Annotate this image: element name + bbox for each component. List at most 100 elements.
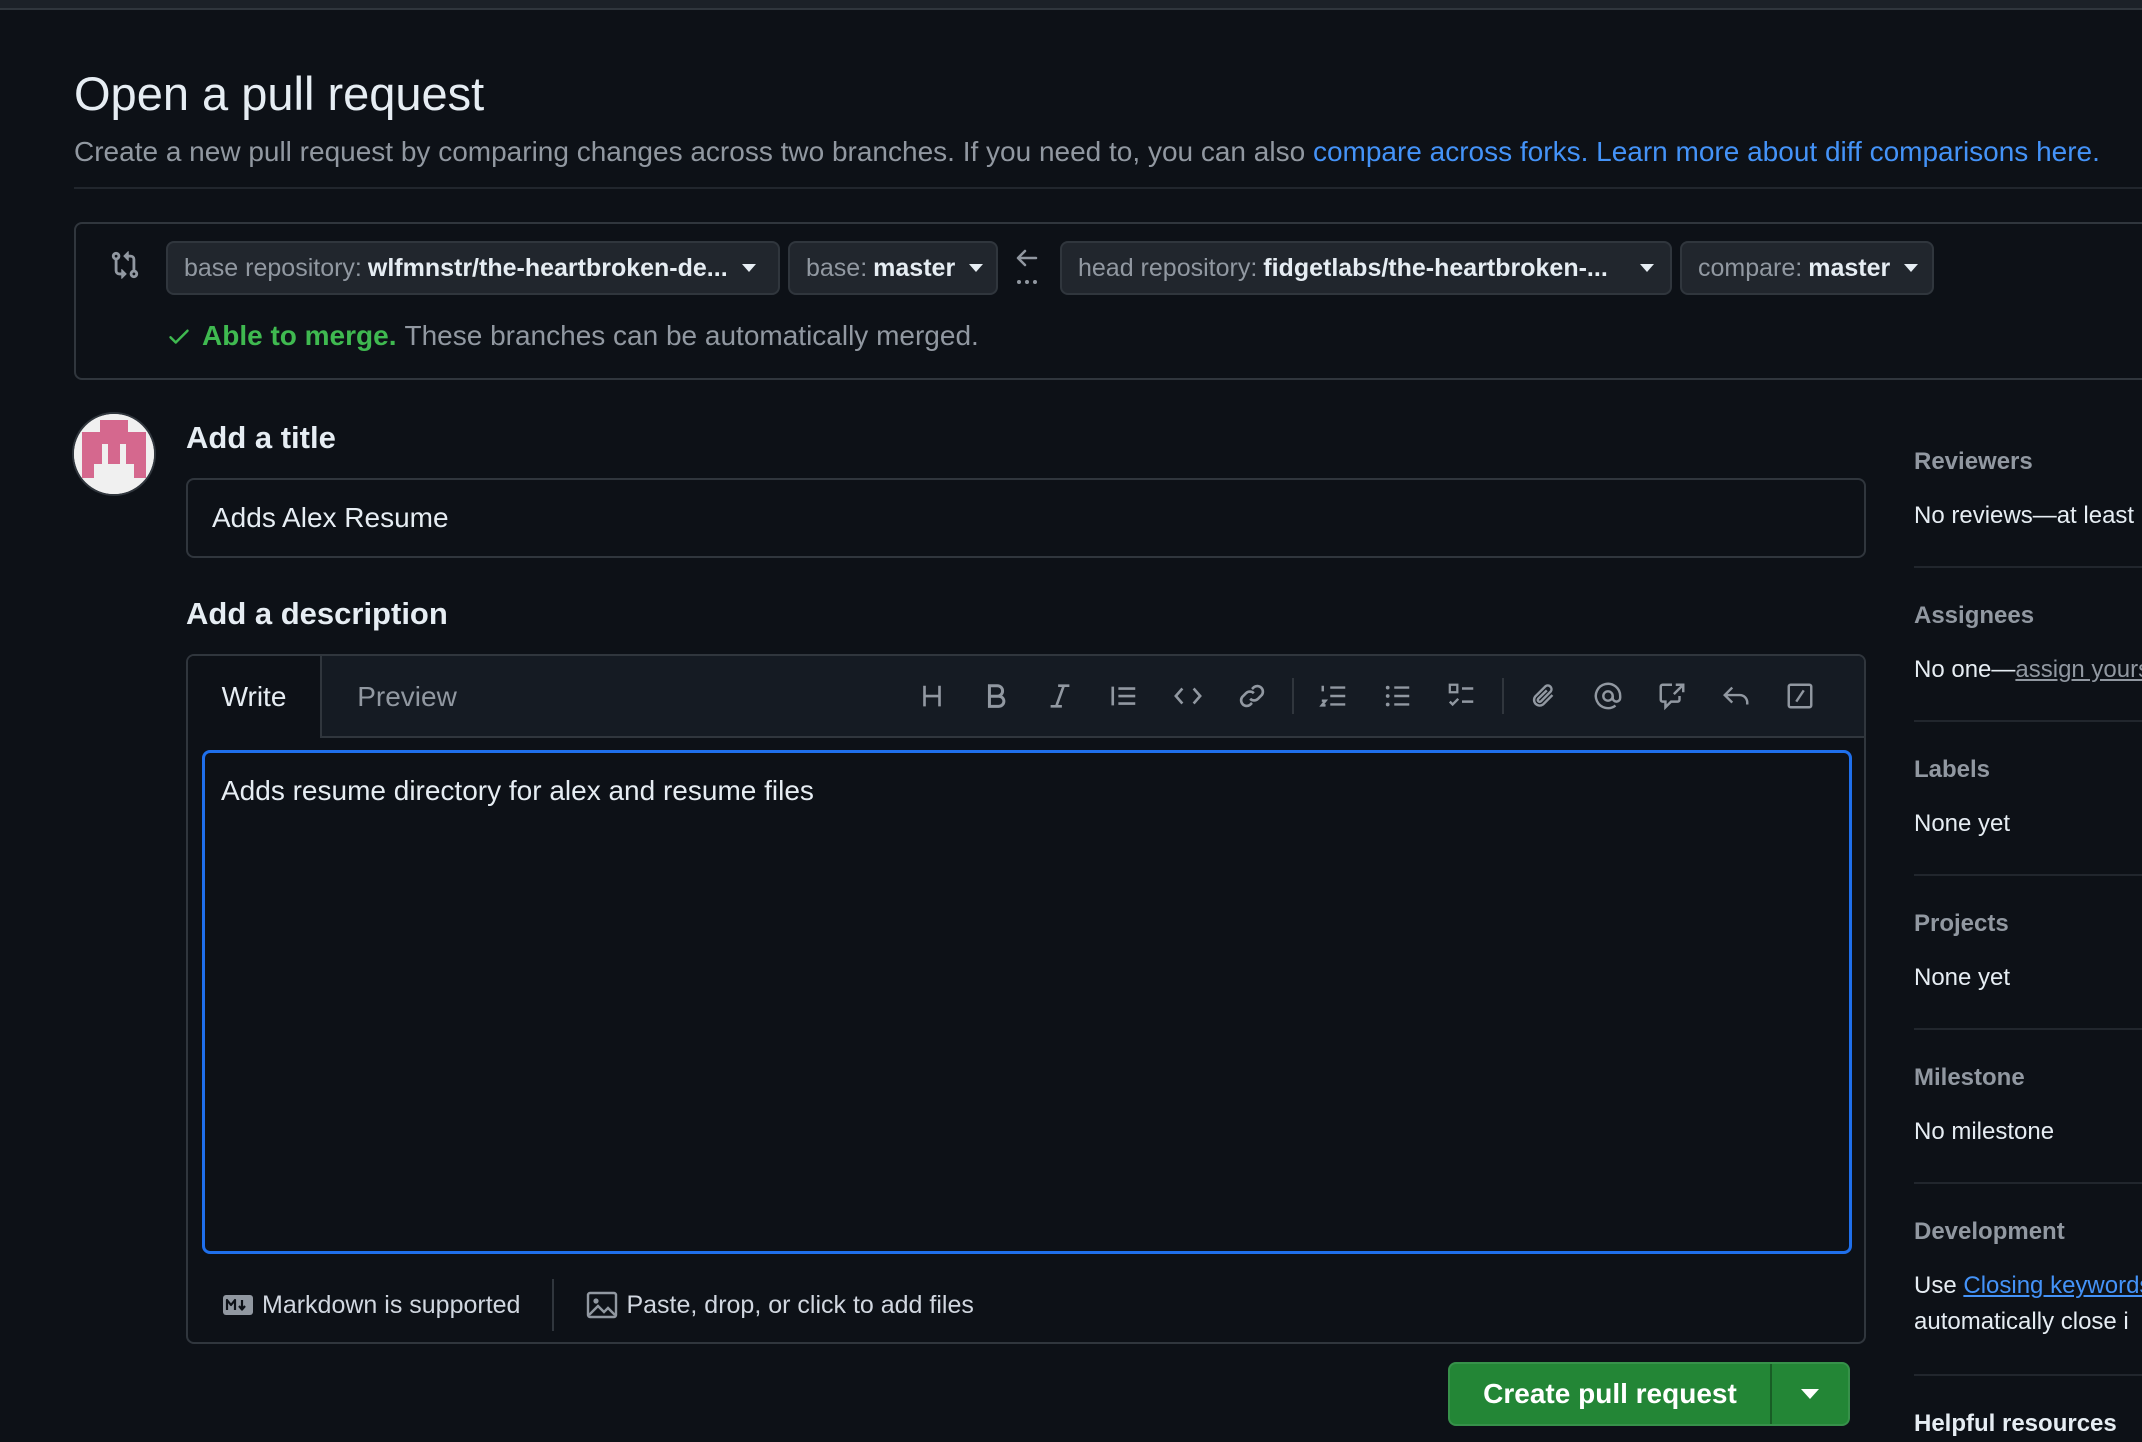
top-bar (0, 0, 2142, 10)
assignees-heading: Assignees (1914, 602, 2035, 629)
sidebar-divider (1914, 566, 2142, 568)
base-branch-value: master (873, 253, 956, 282)
unordered-list-button[interactable] (1366, 674, 1430, 718)
markdown-note: Markdown is supported (262, 1290, 521, 1319)
reference-button[interactable] (1640, 674, 1704, 718)
bold-button[interactable] (964, 674, 1028, 718)
task-list-button[interactable] (1430, 674, 1494, 718)
create-pull-request-button-group: Create pull request (1448, 1362, 1850, 1426)
identicon-icon (74, 414, 154, 494)
title-input[interactable] (186, 478, 1866, 558)
sidebar-labels[interactable]: Labels None yet (1914, 756, 2142, 842)
footer-divider (552, 1279, 555, 1331)
toolbar-divider (1292, 678, 1294, 714)
divider (74, 187, 2142, 189)
tab-write[interactable]: Write (188, 656, 322, 738)
heading-button[interactable] (900, 674, 964, 718)
attach-button[interactable] (1512, 674, 1576, 718)
ordered-list-icon (1319, 685, 1346, 707)
create-options-dropdown[interactable] (1772, 1364, 1848, 1424)
quote-button[interactable] (1092, 674, 1156, 718)
base-repo-value: wlfmnstr/the-heartbroken-de... (367, 253, 728, 282)
head-repository-select[interactable]: head repository: fidgetlabs/the-heartbrok… (1060, 241, 1672, 295)
base-branch-label: base: (806, 253, 868, 282)
add-files-button[interactable]: Paste, drop, or click to add files (586, 1291, 974, 1320)
branch-compare-box: base repository: wlfmnstr/the-heartbroken… (74, 222, 2142, 380)
development-line2: automatically close i (1914, 1308, 2129, 1335)
sidebar-divider (1914, 1182, 2142, 1184)
sidebar-milestone[interactable]: Milestone No milestone (1914, 1064, 2142, 1150)
development-prefix: Use (1914, 1272, 1964, 1299)
assignees-prefix: No one— (1914, 656, 2016, 683)
reviewers-value: No reviews—at least (1914, 502, 2135, 529)
description-textarea[interactable]: Adds resume directory for alex and resum… (202, 750, 1852, 1254)
bold-icon (987, 684, 1006, 708)
markdown-icon (223, 1295, 253, 1315)
milestone-heading: Milestone (1914, 1064, 2025, 1091)
title-heading: Add a title (186, 420, 336, 455)
arrow-left-icon (1016, 249, 1038, 284)
compare-forks-link[interactable]: compare across forks. (1313, 136, 1588, 167)
compare-branch-label: compare: (1698, 253, 1803, 282)
sidebar-assignees[interactable]: Assignees No one—assign yours (1914, 602, 2142, 688)
projects-heading: Projects (1914, 910, 2009, 937)
compare-branch-select[interactable]: compare: master (1680, 241, 1934, 295)
saved-reply-button[interactable] (1704, 674, 1768, 718)
sidebar-development: Development Use Closing keywords automati… (1914, 1218, 2142, 1340)
sidebar-reviewers[interactable]: Reviewers No reviews—at least (1914, 448, 2142, 534)
base-branch-select[interactable]: base: master (788, 241, 998, 295)
compare-branch-value: master (1808, 253, 1891, 282)
chevron-down-icon (1640, 264, 1654, 272)
development-value: Use Closing keywords automatically close … (1914, 1268, 2142, 1340)
quote-icon (1111, 686, 1136, 706)
page-title: Open a pull request (74, 67, 485, 120)
description-heading: Add a description (186, 596, 448, 631)
sidebar-divider (1914, 1374, 2142, 1376)
learn-more-link[interactable]: Learn more about diff comparisons here. (1596, 136, 2100, 167)
development-heading: Development (1914, 1218, 2065, 1245)
mention-icon (1594, 682, 1622, 710)
toolbar-divider (1502, 678, 1504, 714)
check-icon (169, 329, 189, 344)
sidebar-projects[interactable]: Projects None yet (1914, 910, 2142, 996)
link-icon (1239, 684, 1265, 708)
code-icon (1174, 687, 1202, 705)
editor-toolbar: Write Preview (188, 656, 1864, 738)
editor-footer: Markdown is supported Paste, drop, or cl… (188, 1270, 1864, 1340)
ordered-list-button[interactable] (1302, 674, 1366, 718)
sidebar-divider (1914, 1028, 2142, 1030)
description-editor: Write Preview Adds resume directory for … (186, 654, 1866, 1344)
avatar[interactable] (72, 412, 156, 496)
chevron-down-icon (969, 264, 984, 272)
head-repo-value: fidgetlabs/the-heartbroken-... (1263, 253, 1608, 282)
base-repo-label: base repository: (184, 253, 362, 282)
base-repository-select[interactable]: base repository: wlfmnstr/the-heartbroken… (166, 241, 780, 295)
git-compare-icon (111, 251, 139, 279)
subtitle-text: Create a new pull request by comparing c… (74, 136, 1313, 167)
sidebar-divider (1914, 720, 2142, 722)
italic-button[interactable] (1028, 674, 1092, 718)
code-button[interactable] (1156, 674, 1220, 718)
paperclip-icon (1532, 684, 1554, 707)
create-pull-request-button[interactable]: Create pull request (1450, 1364, 1772, 1424)
projects-value: None yet (1914, 964, 2011, 991)
reviewers-heading: Reviewers (1914, 448, 2033, 475)
slash-command-button[interactable] (1768, 674, 1832, 718)
markdown-supported-link[interactable]: Markdown is supported (222, 1291, 520, 1320)
image-icon (587, 1291, 618, 1319)
sidebar-divider (1914, 874, 2142, 876)
mention-button[interactable] (1576, 674, 1640, 718)
assign-yourself-link[interactable]: assign yours (2015, 656, 2142, 683)
milestone-value: No milestone (1914, 1118, 2055, 1145)
head-repo-label: head repository: (1078, 253, 1258, 282)
page-subtitle: Create a new pull request by comparing c… (74, 134, 2100, 170)
unordered-list-icon (1385, 685, 1410, 707)
link-button[interactable] (1220, 674, 1284, 718)
chevron-down-icon (1904, 264, 1919, 272)
closing-keywords-link[interactable]: Closing keywords (1963, 1272, 2142, 1299)
chevron-down-icon (741, 264, 756, 272)
merge-status: Able to merge. These branches can be aut… (166, 320, 979, 352)
italic-icon (1050, 684, 1070, 708)
tab-preview[interactable]: Preview (322, 656, 492, 738)
chevron-down-icon (1801, 1389, 1819, 1399)
